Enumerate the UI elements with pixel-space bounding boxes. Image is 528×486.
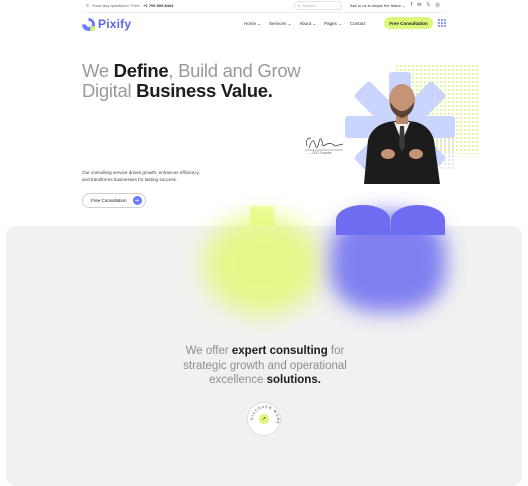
question-text: Have any questions? Free:	[92, 3, 141, 8]
arrow-up-right-icon: ↗	[259, 414, 269, 424]
linkedin-icon[interactable]: in	[417, 2, 421, 8]
hero-heading: We Define, Build and Grow Digital Busine…	[82, 60, 301, 101]
lime-blurred-shape	[203, 215, 321, 315]
offer-heading: We offer expert consulting for strategic…	[183, 345, 347, 386]
nav-item-home[interactable]: Home ⌄	[244, 21, 261, 27]
brand-name: Pixify	[98, 17, 132, 31]
hero-description: Our consulting service drives growth, en…	[82, 170, 200, 182]
phone-number[interactable]: +1 700 809 8464	[143, 3, 173, 8]
tagline-dropdown[interactable]: Ask to us to shape the future ⌄	[350, 3, 405, 8]
chevron-down-icon: ⌄	[402, 3, 406, 8]
search-input[interactable]: ⌕ Search...	[294, 1, 342, 10]
purple-blurred-shape	[330, 212, 446, 312]
x-icon[interactable]: 𝕏	[426, 2, 430, 8]
nav-item-pages[interactable]: Pages ⌄	[324, 21, 342, 27]
free-consultation-button[interactable]: Free Consultation	[384, 17, 433, 29]
nav-item-about[interactable]: About ⌄	[299, 21, 316, 27]
search-placeholder: Search...	[302, 3, 319, 8]
social-links: f in 𝕏 ◎	[411, 2, 440, 8]
divider	[82, 12, 446, 13]
logo-mark-icon	[82, 17, 95, 31]
contact-question: ✆ Have any questions? Free: +1 700 809 8…	[86, 3, 173, 8]
phone-icon: ✆	[86, 3, 90, 8]
discover-more-badge[interactable]: DISCOVER MORE ↗	[247, 402, 281, 436]
hero-consultation-button[interactable]: Free Consultation ➜	[82, 193, 146, 208]
main-nav: Home ⌄ Services ⌄ About ⌄ Pages ⌄ Contac…	[244, 21, 365, 27]
search-icon: ⌕	[298, 3, 301, 8]
facebook-icon[interactable]: f	[411, 2, 412, 8]
brand-logo[interactable]: Pixify	[82, 17, 131, 31]
hero-cta-label: Free Consultation	[91, 198, 127, 203]
tagline-text: Ask to us to shape the future	[350, 3, 401, 8]
signature-caption: — CEO Founder	[308, 151, 332, 155]
instagram-icon[interactable]: ◎	[435, 2, 439, 8]
nav-item-services[interactable]: Services ⌄	[269, 21, 291, 27]
grid-menu-icon[interactable]	[438, 19, 446, 27]
nav-item-contact[interactable]: Contact	[350, 21, 366, 27]
top-bar: ✆ Have any questions? Free: +1 700 809 8…	[0, 0, 528, 12]
ceo-portrait-image	[364, 84, 440, 184]
arrow-right-icon: ➜	[132, 196, 142, 205]
